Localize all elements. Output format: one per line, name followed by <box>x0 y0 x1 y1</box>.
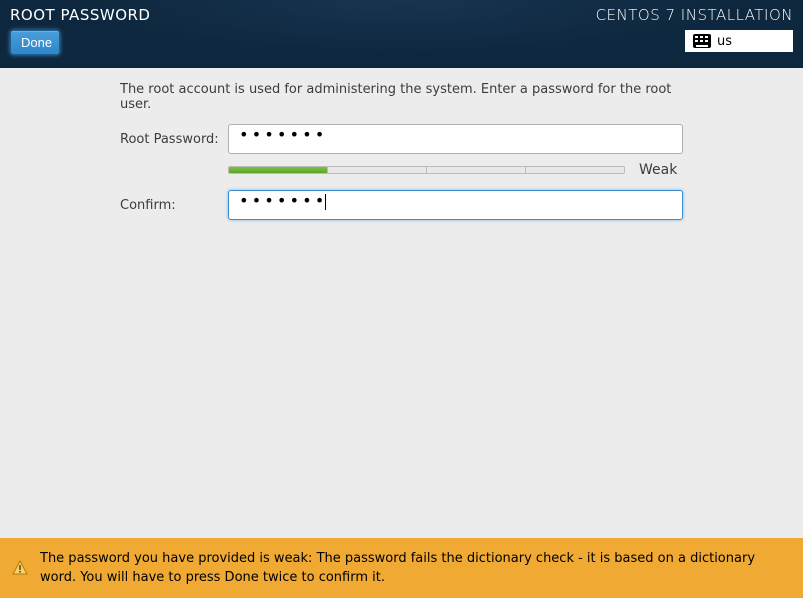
done-button[interactable]: Done <box>10 30 60 55</box>
header-bar: ROOT PASSWORD Done CENTOS 7 INSTALLATION… <box>0 0 803 68</box>
warning-bar: The password you have provided is weak: … <box>0 538 803 598</box>
install-title: CENTOS 7 INSTALLATION <box>596 6 793 24</box>
strength-meter <box>228 166 625 174</box>
root-password-row: Root Password: ••••••• <box>120 124 683 154</box>
confirm-password-dots: ••••••• <box>239 191 327 210</box>
keyboard-layout-selector[interactable]: us <box>685 30 793 52</box>
keyboard-layout-label: us <box>717 34 732 49</box>
confirm-password-label: Confirm: <box>120 198 228 213</box>
keyboard-icon <box>693 34 711 48</box>
content-area: The root account is used for administeri… <box>0 68 803 220</box>
header-right: CENTOS 7 INSTALLATION us <box>596 6 793 68</box>
strength-seg-2 <box>328 167 427 173</box>
root-password-input[interactable]: ••••••• <box>228 124 683 154</box>
strength-row: Weak <box>228 162 683 178</box>
root-password-dots: ••••••• <box>239 125 327 144</box>
confirm-password-input[interactable]: ••••••• <box>228 190 683 220</box>
confirm-password-row: Confirm: ••••••• <box>120 190 683 220</box>
header-left: ROOT PASSWORD Done <box>10 6 150 68</box>
text-cursor <box>325 194 326 210</box>
warning-icon <box>12 560 28 576</box>
strength-seg-4 <box>526 167 624 173</box>
strength-seg-3 <box>427 167 526 173</box>
strength-label: Weak <box>639 162 683 178</box>
strength-seg-1 <box>229 167 328 173</box>
warning-text: The password you have provided is weak: … <box>40 549 789 588</box>
page-title: ROOT PASSWORD <box>10 6 150 24</box>
root-password-label: Root Password: <box>120 132 228 147</box>
instruction-text: The root account is used for administeri… <box>120 82 683 112</box>
